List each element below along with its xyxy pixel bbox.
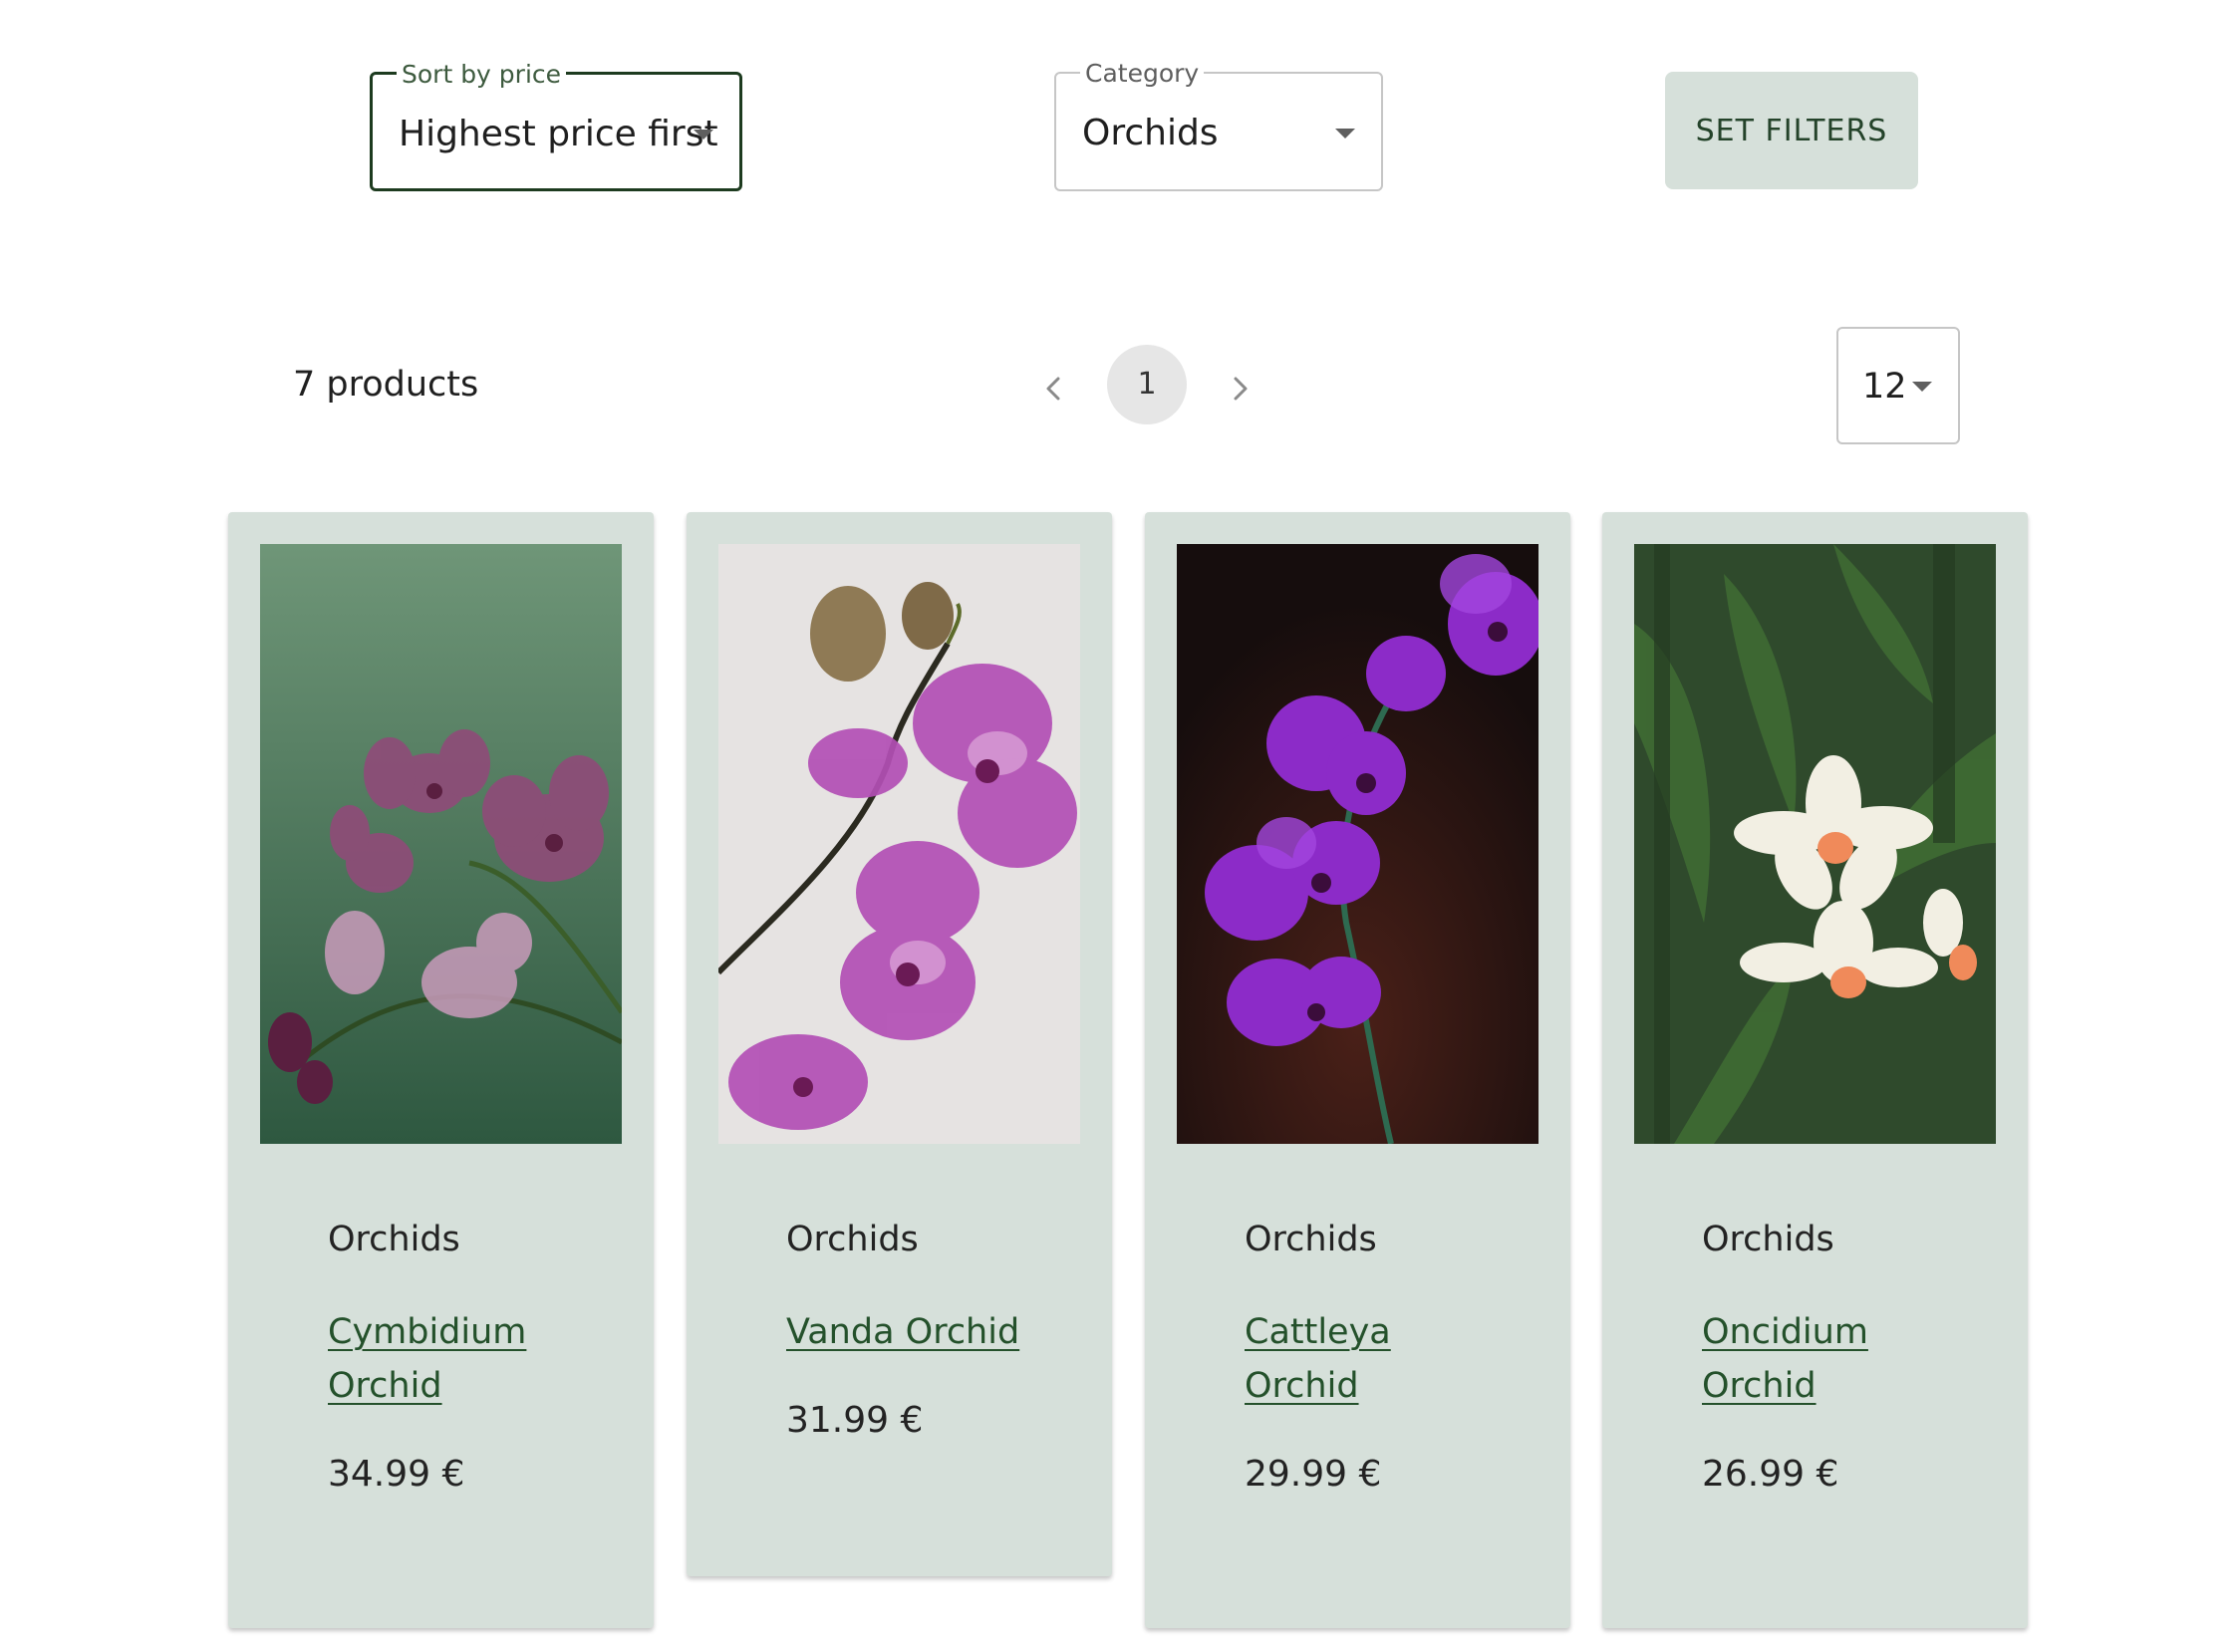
product-name-link[interactable]: Cattleya Orchid — [1245, 1305, 1484, 1413]
sort-by-price-label: Sort by price — [397, 62, 567, 88]
items-per-page-select[interactable]: 12 — [1836, 327, 1960, 444]
sort-by-price-value: Highest price first — [399, 114, 718, 154]
product-category: Orchids — [786, 1220, 919, 1259]
product-category: Orchids — [1702, 1220, 1834, 1259]
product-name-link[interactable]: Vanda Orchid — [786, 1305, 1045, 1359]
items-per-page-value: 12 — [1862, 367, 1907, 407]
caret-down-icon — [1912, 382, 1932, 392]
product-card[interactable]: Orchids Cattleya Orchid 29.99 € — [1145, 512, 1570, 1628]
caret-down-icon — [694, 130, 713, 139]
product-card[interactable]: Orchids Vanda Orchid 31.99 € — [687, 512, 1112, 1576]
caret-down-icon — [1335, 129, 1355, 138]
chevron-right-icon — [1234, 377, 1248, 401]
product-image[interactable] — [1634, 544, 1996, 1144]
set-filters-button[interactable]: SET FILTERS — [1665, 72, 1918, 189]
chevron-left-icon — [1046, 377, 1060, 401]
next-page-button[interactable] — [1220, 369, 1259, 409]
product-card[interactable]: Orchids Oncidium Orchid 26.99 € — [1602, 512, 2028, 1628]
product-image[interactable] — [260, 544, 622, 1144]
product-price: 26.99 € — [1702, 1454, 1839, 1495]
product-count: 7 products — [293, 365, 479, 405]
product-name-link[interactable]: Cymbidium Orchid — [328, 1305, 567, 1413]
category-label: Category — [1080, 61, 1205, 87]
previous-page-button[interactable] — [1034, 369, 1074, 409]
product-name-link[interactable]: Oncidium Orchid — [1702, 1305, 1941, 1413]
product-price: 29.99 € — [1245, 1454, 1382, 1495]
product-image[interactable] — [718, 544, 1080, 1144]
product-category: Orchids — [328, 1220, 460, 1259]
category-value: Orchids — [1082, 113, 1219, 153]
product-price: 31.99 € — [786, 1400, 924, 1441]
product-category: Orchids — [1245, 1220, 1377, 1259]
page-1-button[interactable]: 1 — [1107, 345, 1187, 424]
product-price: 34.99 € — [328, 1454, 465, 1495]
product-image[interactable] — [1177, 544, 1538, 1144]
category-select[interactable]: Category Orchids — [1054, 61, 1383, 191]
sort-by-price-select[interactable]: Sort by price Highest price first — [370, 62, 742, 191]
product-card[interactable]: Orchids Cymbidium Orchid 34.99 € — [228, 512, 654, 1628]
